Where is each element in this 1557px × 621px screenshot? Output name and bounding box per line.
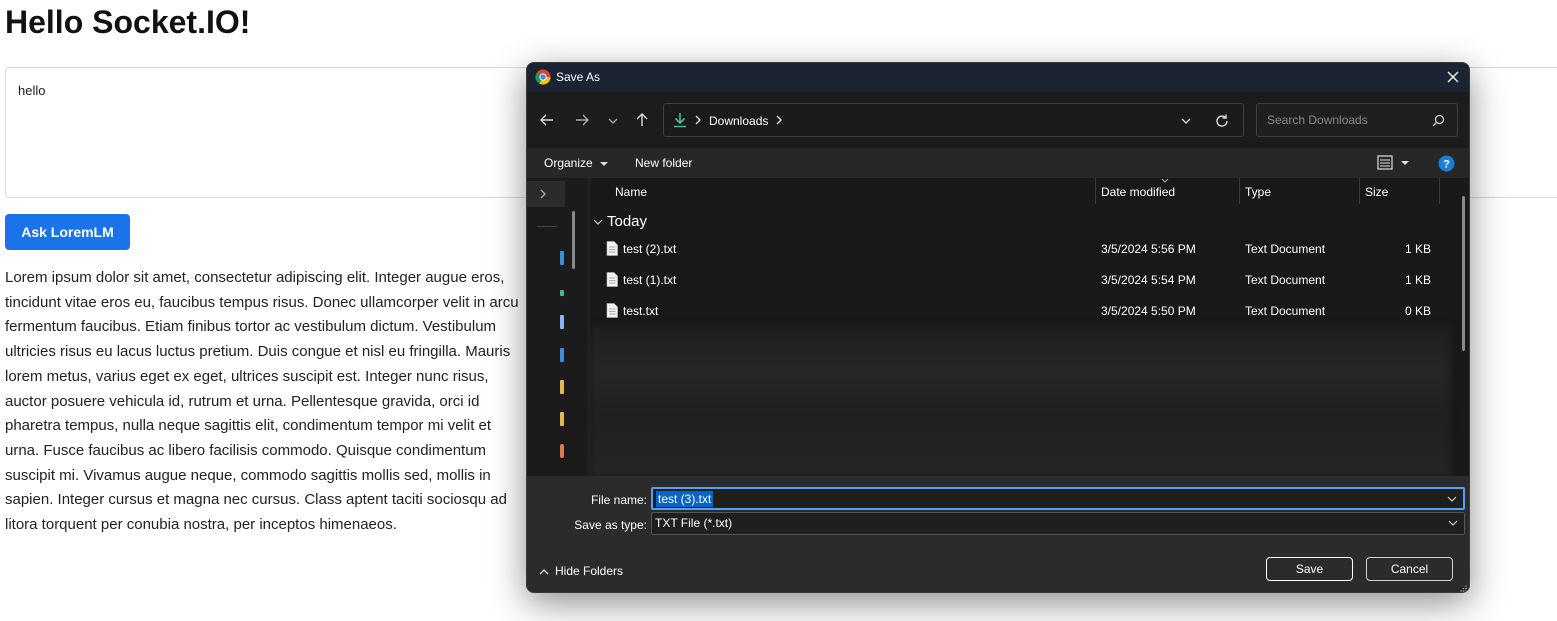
file-date: 3/5/2024 5:50 PM: [1101, 304, 1196, 318]
file-list[interactable]: Name Date modified Type Size Today test …: [591, 178, 1469, 476]
text-file-icon: [606, 303, 618, 318]
breadcrumb-downloads[interactable]: Downloads: [709, 114, 768, 128]
dialog-title: Save As: [556, 70, 601, 84]
recent-locations-chevron-down-icon[interactable]: [607, 115, 619, 127]
view-options-icon[interactable]: [1377, 155, 1413, 171]
save-as-type-value: TXT File (*.txt): [655, 516, 733, 530]
nav-pane-expand[interactable]: [527, 181, 565, 207]
chevron-down-icon[interactable]: [1448, 520, 1458, 527]
hide-folders-button[interactable]: Hide Folders: [539, 564, 623, 578]
save-as-type-select[interactable]: TXT File (*.txt): [651, 512, 1465, 535]
folder-icon[interactable]: [560, 380, 564, 394]
nav-item-icon[interactable]: [560, 315, 564, 329]
chrome-icon: [535, 69, 551, 85]
breadcrumb-chevron-icon[interactable]: [775, 114, 783, 126]
file-date: 3/5/2024 5:54 PM: [1101, 273, 1196, 287]
column-header-name[interactable]: Name: [615, 185, 647, 199]
file-name-field[interactable]: test (3).txt: [651, 487, 1465, 510]
back-arrow-icon[interactable]: [539, 112, 555, 128]
file-list-scrollbar[interactable]: [1462, 196, 1465, 351]
blurred-file-region: [591, 325, 1451, 476]
group-header-today[interactable]: Today: [607, 213, 647, 230]
dialog-titlebar[interactable]: Save As: [527, 63, 1469, 92]
svg-text:?: ?: [1443, 159, 1450, 171]
file-size: 1 KB: [1404, 242, 1431, 256]
text-file-icon: [606, 241, 618, 256]
search-input[interactable]: [1265, 112, 1425, 128]
nav-divider: [537, 226, 557, 227]
download-icon: [672, 112, 688, 128]
page-title: Hello Socket.IO!: [5, 4, 251, 40]
column-header-date-modified[interactable]: Date modified: [1101, 185, 1175, 199]
file-type: Text Document: [1245, 304, 1326, 318]
breadcrumb-separator-icon: [694, 114, 702, 126]
ask-loremlm-button[interactable]: Ask LoremLM: [5, 214, 130, 250]
column-divider[interactable]: [1239, 178, 1240, 204]
file-type: Text Document: [1245, 273, 1326, 287]
file-size: 1 KB: [1404, 273, 1431, 287]
forward-arrow-icon[interactable]: [574, 112, 590, 128]
column-divider[interactable]: [1439, 178, 1440, 204]
hide-folders-label: Hide Folders: [555, 564, 624, 578]
file-name-value: test (3).txt: [656, 491, 714, 507]
navigation-pane[interactable]: [527, 178, 587, 476]
nav-item-icon[interactable]: [560, 251, 564, 265]
search-downloads-box[interactable]: [1256, 103, 1458, 137]
organize-menu[interactable]: Organize: [544, 156, 609, 170]
sort-indicator-icon: [1161, 178, 1169, 183]
column-divider[interactable]: [1095, 178, 1096, 204]
chevron-up-icon: [539, 568, 549, 575]
group-collapse-chevron-icon[interactable]: [593, 218, 603, 226]
file-row[interactable]: test (1).txt 3/5/2024 5:54 PM Text Docum…: [591, 266, 1431, 297]
resize-grip-icon[interactable]: [1459, 584, 1467, 592]
save-options-panel: File name: test (3).txt Save as type: TX…: [527, 476, 1469, 592]
chevron-down-icon[interactable]: [1447, 496, 1457, 503]
file-name: test (2).txt: [623, 242, 677, 256]
column-header-size[interactable]: Size: [1365, 185, 1388, 199]
nav-item-icon[interactable]: [560, 348, 564, 362]
nav-pane-scrollbar[interactable]: [572, 211, 575, 269]
response-text: Lorem ipsum dolor sit amet, consectetur …: [5, 269, 519, 534]
file-date: 3/5/2024 5:56 PM: [1101, 242, 1196, 256]
close-icon[interactable]: [1445, 69, 1461, 85]
column-header-type[interactable]: Type: [1245, 185, 1271, 199]
save-as-type-label: Save as type:: [574, 518, 647, 532]
file-name-label: File name:: [590, 493, 647, 507]
cancel-button[interactable]: Cancel: [1366, 557, 1453, 581]
search-icon[interactable]: [1432, 114, 1445, 127]
file-size: 0 KB: [1404, 304, 1431, 318]
command-bar: Organize New folder ?: [527, 148, 1469, 178]
address-bar[interactable]: Downloads: [663, 103, 1244, 137]
file-name: test.txt: [623, 304, 659, 318]
prompt-text: hello: [18, 83, 46, 98]
file-type: Text Document: [1245, 242, 1326, 256]
file-row[interactable]: test.txt 3/5/2024 5:50 PM Text Document …: [591, 297, 1431, 328]
nav-item-icon[interactable]: [560, 444, 564, 458]
column-divider[interactable]: [1359, 178, 1360, 204]
file-name: test (1).txt: [623, 273, 677, 287]
help-icon[interactable]: ?: [1438, 155, 1455, 172]
organize-label: Organize: [544, 156, 593, 170]
refresh-icon[interactable]: [1214, 113, 1230, 129]
address-history-chevron-down-icon[interactable]: [1180, 115, 1192, 127]
file-row[interactable]: test (2).txt 3/5/2024 5:56 PM Text Docum…: [591, 235, 1431, 266]
navigation-bar: Downloads: [527, 92, 1469, 148]
folder-icon[interactable]: [560, 412, 564, 426]
up-arrow-icon[interactable]: [634, 112, 650, 128]
new-folder-button[interactable]: New folder: [635, 156, 692, 170]
nav-item-icon[interactable]: [560, 290, 564, 296]
save-as-dialog: Save As Downloads Search Downloads Organ…: [526, 62, 1470, 593]
text-file-icon: [606, 272, 618, 287]
save-button[interactable]: Save: [1266, 557, 1353, 581]
